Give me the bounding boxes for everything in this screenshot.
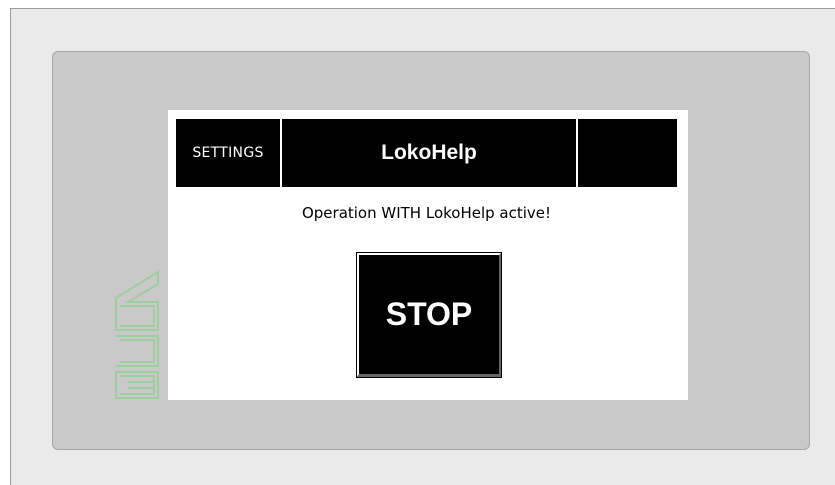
header-right-button[interactable] <box>578 119 677 187</box>
screen-title: LokoHelp <box>282 119 578 187</box>
settings-button[interactable]: SETTINGS <box>176 119 282 187</box>
status-message: Operation WITH LokoHelp active! <box>301 204 552 222</box>
screen-header: SETTINGS LokoHelp <box>176 119 677 187</box>
manufacturer-logo-icon <box>115 270 159 399</box>
stop-button[interactable]: STOP <box>356 252 502 378</box>
